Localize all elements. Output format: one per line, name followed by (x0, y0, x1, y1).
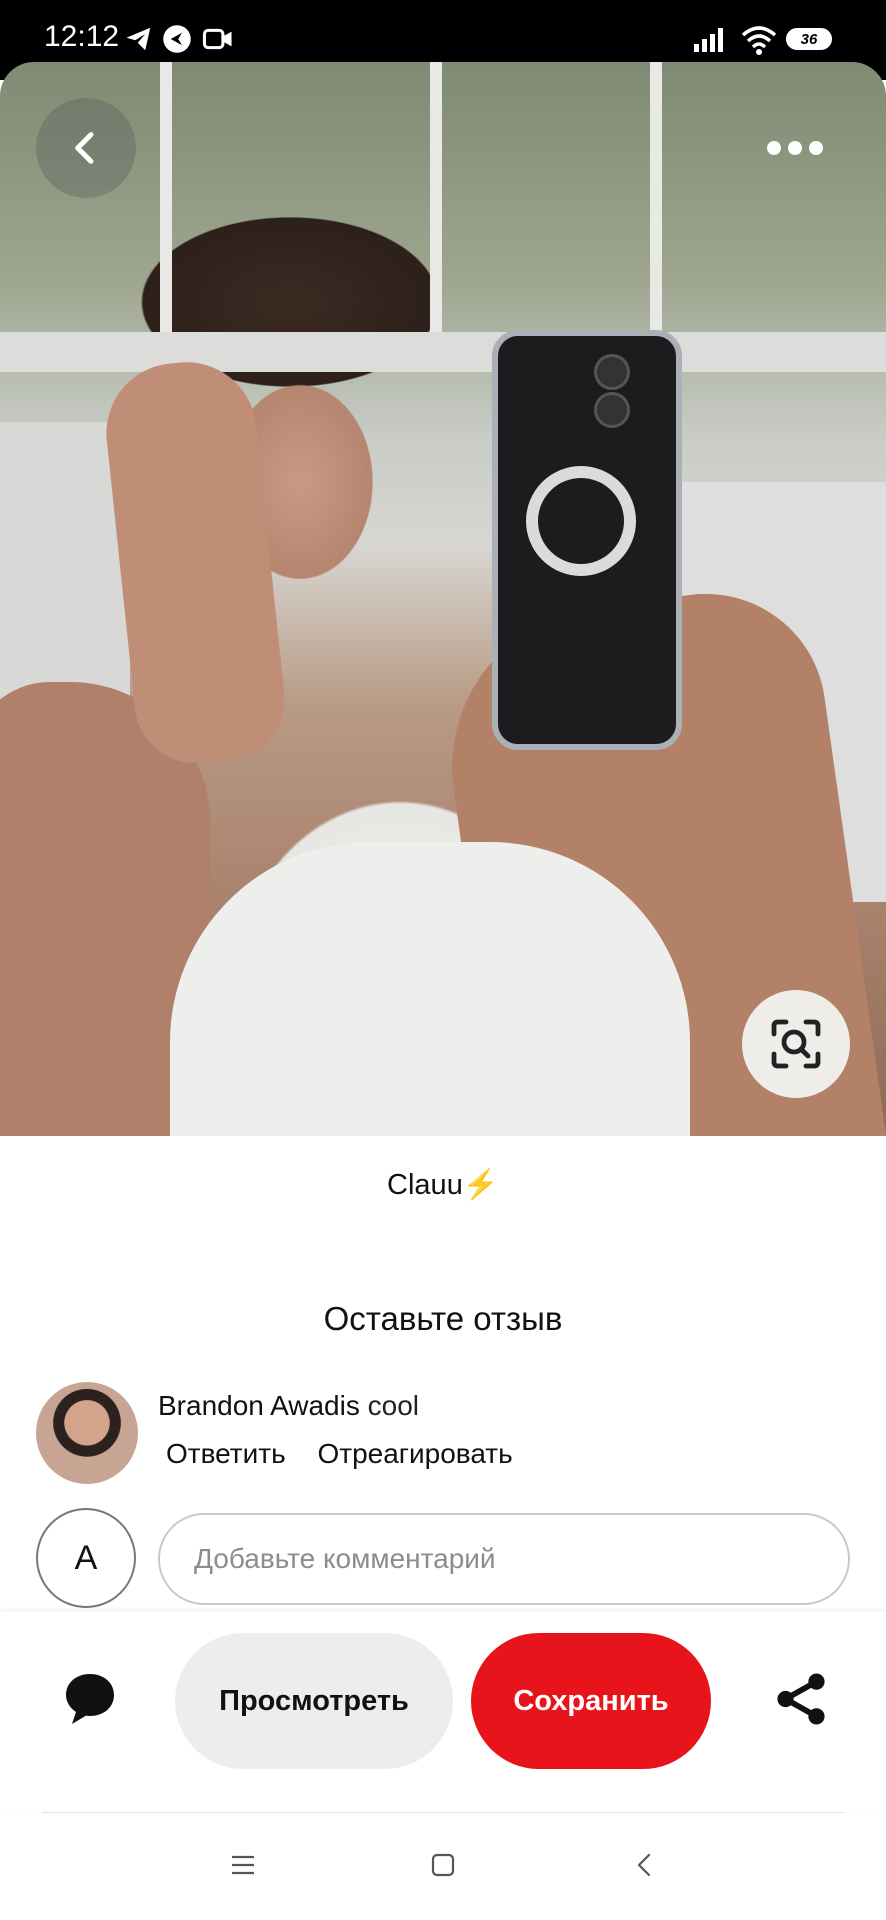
phone-camera (594, 392, 630, 428)
pin-image[interactable] (0, 62, 886, 1136)
battery-level: 36 (800, 30, 818, 48)
username-text: Clauu (387, 1169, 463, 1201)
view-button[interactable]: Просмотреть (175, 1633, 453, 1769)
reply-button[interactable]: Ответить (166, 1438, 286, 1469)
window-frame (430, 62, 442, 362)
tank-top (170, 842, 690, 1136)
signal-icon (694, 28, 723, 52)
lens-search-icon (771, 1019, 821, 1069)
visual-search-button[interactable] (742, 990, 850, 1098)
comment-input[interactable] (158, 1513, 850, 1605)
save-button[interactable]: Сохранить (471, 1633, 711, 1769)
phone-camera (594, 354, 630, 390)
my-avatar[interactable]: A (36, 1508, 136, 1608)
chevron-left-icon (75, 132, 94, 164)
video-icon (202, 28, 232, 50)
window-frame (650, 62, 662, 362)
comment-author[interactable]: Brandon Awadis (158, 1390, 360, 1421)
more-options-button[interactable] (750, 118, 840, 178)
menu-icon[interactable] (228, 1850, 258, 1880)
share-icon[interactable] (772, 1670, 830, 1728)
window-sill (0, 332, 886, 372)
home-icon[interactable] (428, 1850, 458, 1880)
phone-ring (526, 466, 636, 576)
comment-actions: Ответить Отреагировать (166, 1438, 537, 1470)
phone (492, 330, 682, 750)
commenter-avatar[interactable] (36, 1382, 138, 1484)
status-time: 12:12 (44, 20, 120, 53)
wifi-icon (741, 26, 777, 55)
comment-bubble-icon[interactable] (60, 1668, 120, 1728)
telegram-icon (126, 27, 151, 51)
comment-text: cool (367, 1390, 420, 1421)
system-back-icon[interactable] (630, 1850, 660, 1880)
battery-icon: 36 (786, 28, 832, 50)
pin-username[interactable]: Clauu⚡ (0, 1168, 886, 1202)
comments-title: Оставьте отзыв (323, 1300, 563, 1337)
window-frame (160, 62, 172, 362)
react-button[interactable]: Отреагировать (317, 1438, 512, 1469)
back-button[interactable] (36, 98, 136, 198)
comment-line: Brandon Awadis cool (158, 1390, 419, 1422)
app-notification-icon (163, 25, 191, 53)
username-emoji: ⚡ (462, 1169, 499, 1201)
more-horizontal-icon (767, 141, 823, 155)
